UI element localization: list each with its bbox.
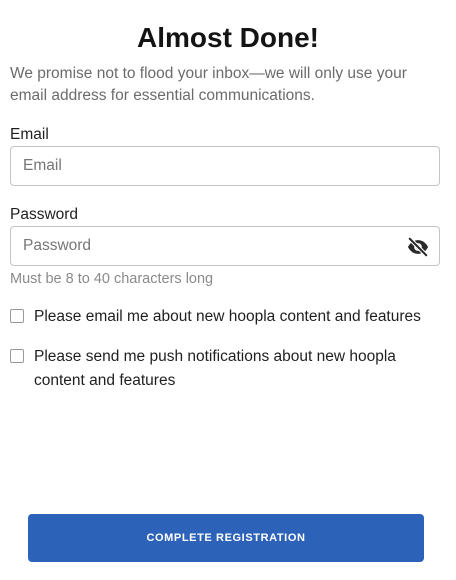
eye-slash-icon[interactable]	[407, 236, 429, 258]
email-field-container	[10, 146, 440, 186]
email-label: Email	[10, 126, 49, 143]
push-opt-in-label[interactable]: Please send me push notifications about …	[34, 345, 446, 393]
email-input[interactable]	[11, 147, 439, 185]
password-input[interactable]	[11, 227, 439, 265]
password-hint: Must be 8 to 40 characters long	[10, 271, 214, 287]
password-label: Password	[10, 206, 79, 223]
email-opt-in-checkbox[interactable]	[10, 309, 24, 323]
password-field-container	[10, 226, 440, 266]
email-opt-in-label[interactable]: Please email me about new hoopla content…	[34, 305, 446, 329]
page-subtitle: We promise not to flood your inbox—we wi…	[10, 65, 407, 104]
push-opt-in-checkbox[interactable]	[10, 349, 24, 363]
complete-registration-button[interactable]: COMPLETE REGISTRATION	[28, 514, 424, 562]
page-title: Almost Done!	[137, 22, 319, 53]
